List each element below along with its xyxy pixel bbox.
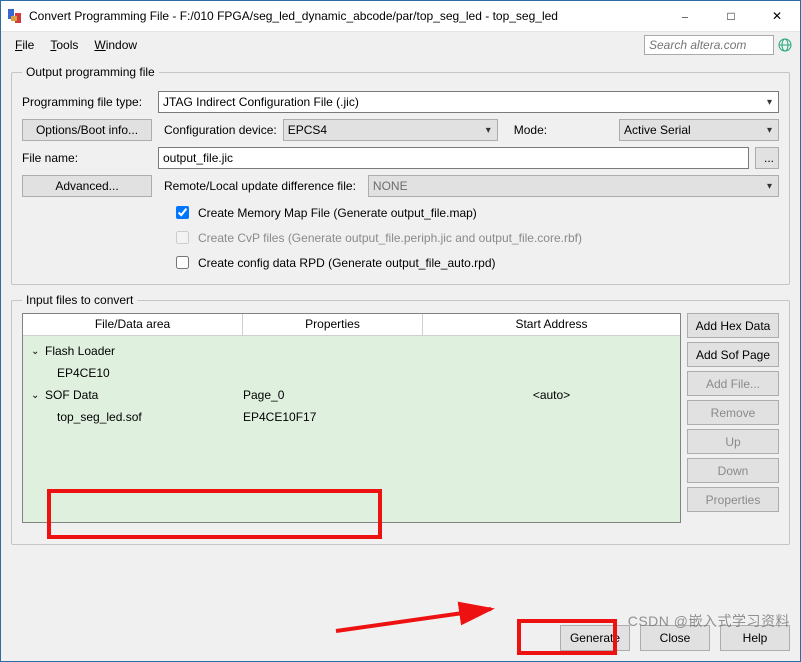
close-button[interactable]: ✕	[754, 1, 800, 31]
generate-button[interactable]: Generate	[560, 625, 630, 651]
mode-label: Mode:	[514, 123, 547, 137]
type-label: Programming file type:	[22, 95, 152, 109]
remote-label: Remote/Local update difference file:	[164, 179, 356, 193]
chk-rpd[interactable]: Create config data RPD (Generate output_…	[172, 253, 779, 272]
chk-memory-map-box[interactable]	[176, 206, 189, 219]
file-name-input[interactable]	[158, 147, 749, 169]
search-container	[644, 35, 792, 55]
col-props: Properties	[243, 314, 423, 335]
chk-cvp-box	[176, 231, 189, 244]
add-sof-button[interactable]: Add Sof Page	[687, 342, 779, 367]
maximize-button[interactable]: □	[708, 1, 754, 31]
minimize-button[interactable]: –	[662, 1, 708, 31]
side-buttons: Add Hex Data Add Sof Page Add File... Re…	[687, 313, 779, 523]
type-combo[interactable]: JTAG Indirect Configuration File (.jic)	[158, 91, 779, 113]
chk-memory-map[interactable]: Create Memory Map File (Generate output_…	[172, 203, 779, 222]
menu-bar: File Tools Window	[1, 31, 800, 57]
table-row[interactable]: ⌄Flash Loader	[23, 340, 680, 362]
output-group: Output programming file Programming file…	[11, 65, 790, 285]
input-table[interactable]: File/Data area Properties Start Address …	[22, 313, 681, 523]
app-window: Convert Programming File - F:/010 FPGA/s…	[0, 0, 801, 662]
add-file-button: Add File...	[687, 371, 779, 396]
search-input[interactable]	[644, 35, 774, 55]
menu-file[interactable]: File	[9, 36, 40, 54]
close-button-footer[interactable]: Close	[640, 625, 710, 651]
conf-device-label: Configuration device:	[164, 123, 277, 137]
table-row[interactable]: top_seg_led.sof EP4CE10F17	[23, 406, 680, 428]
table-header: File/Data area Properties Start Address	[23, 314, 680, 336]
advanced-button[interactable]: Advanced...	[22, 175, 152, 197]
browse-button[interactable]: ...	[755, 147, 779, 169]
col-file: File/Data area	[23, 314, 243, 335]
conf-device-combo[interactable]: EPCS4	[283, 119, 498, 141]
menu-tools[interactable]: Tools	[44, 36, 84, 54]
table-row[interactable]: EP4CE10	[23, 362, 680, 384]
col-addr: Start Address	[423, 314, 680, 335]
annotation-arrow-icon	[331, 601, 511, 641]
table-row[interactable]: ⌄SOF Data Page_0 <auto>	[23, 384, 680, 406]
remote-combo: NONE	[368, 175, 779, 197]
output-legend: Output programming file	[22, 65, 159, 79]
properties-button: Properties	[687, 487, 779, 512]
mode-combo[interactable]: Active Serial	[619, 119, 779, 141]
input-group: Input files to convert File/Data area Pr…	[11, 293, 790, 545]
input-legend: Input files to convert	[22, 293, 137, 307]
app-icon	[7, 8, 23, 24]
chk-cvp-label: Create CvP files (Generate output_file.p…	[198, 231, 582, 245]
chevron-down-icon[interactable]: ⌄	[31, 346, 41, 357]
window-controls: – □ ✕	[662, 1, 800, 31]
chk-rpd-box[interactable]	[176, 256, 189, 269]
content-area: Output programming file Programming file…	[1, 57, 800, 661]
up-button: Up	[687, 429, 779, 454]
file-name-label: File name:	[22, 151, 152, 165]
table-body: ⌄Flash Loader EP4CE10 ⌄SOF Data Page_0 <…	[23, 336, 680, 432]
add-hex-button[interactable]: Add Hex Data	[687, 313, 779, 338]
help-button[interactable]: Help	[720, 625, 790, 651]
globe-icon[interactable]	[778, 38, 792, 52]
remove-button: Remove	[687, 400, 779, 425]
options-button[interactable]: Options/Boot info...	[22, 119, 152, 141]
chk-memory-map-label: Create Memory Map File (Generate output_…	[198, 206, 477, 220]
down-button: Down	[687, 458, 779, 483]
title-bar: Convert Programming File - F:/010 FPGA/s…	[1, 1, 800, 31]
chk-cvp: Create CvP files (Generate output_file.p…	[172, 228, 779, 247]
chevron-down-icon[interactable]: ⌄	[31, 390, 41, 401]
chk-rpd-label: Create config data RPD (Generate output_…	[198, 256, 496, 270]
window-title: Convert Programming File - F:/010 FPGA/s…	[29, 9, 662, 23]
menu-window[interactable]: Window	[88, 36, 143, 54]
